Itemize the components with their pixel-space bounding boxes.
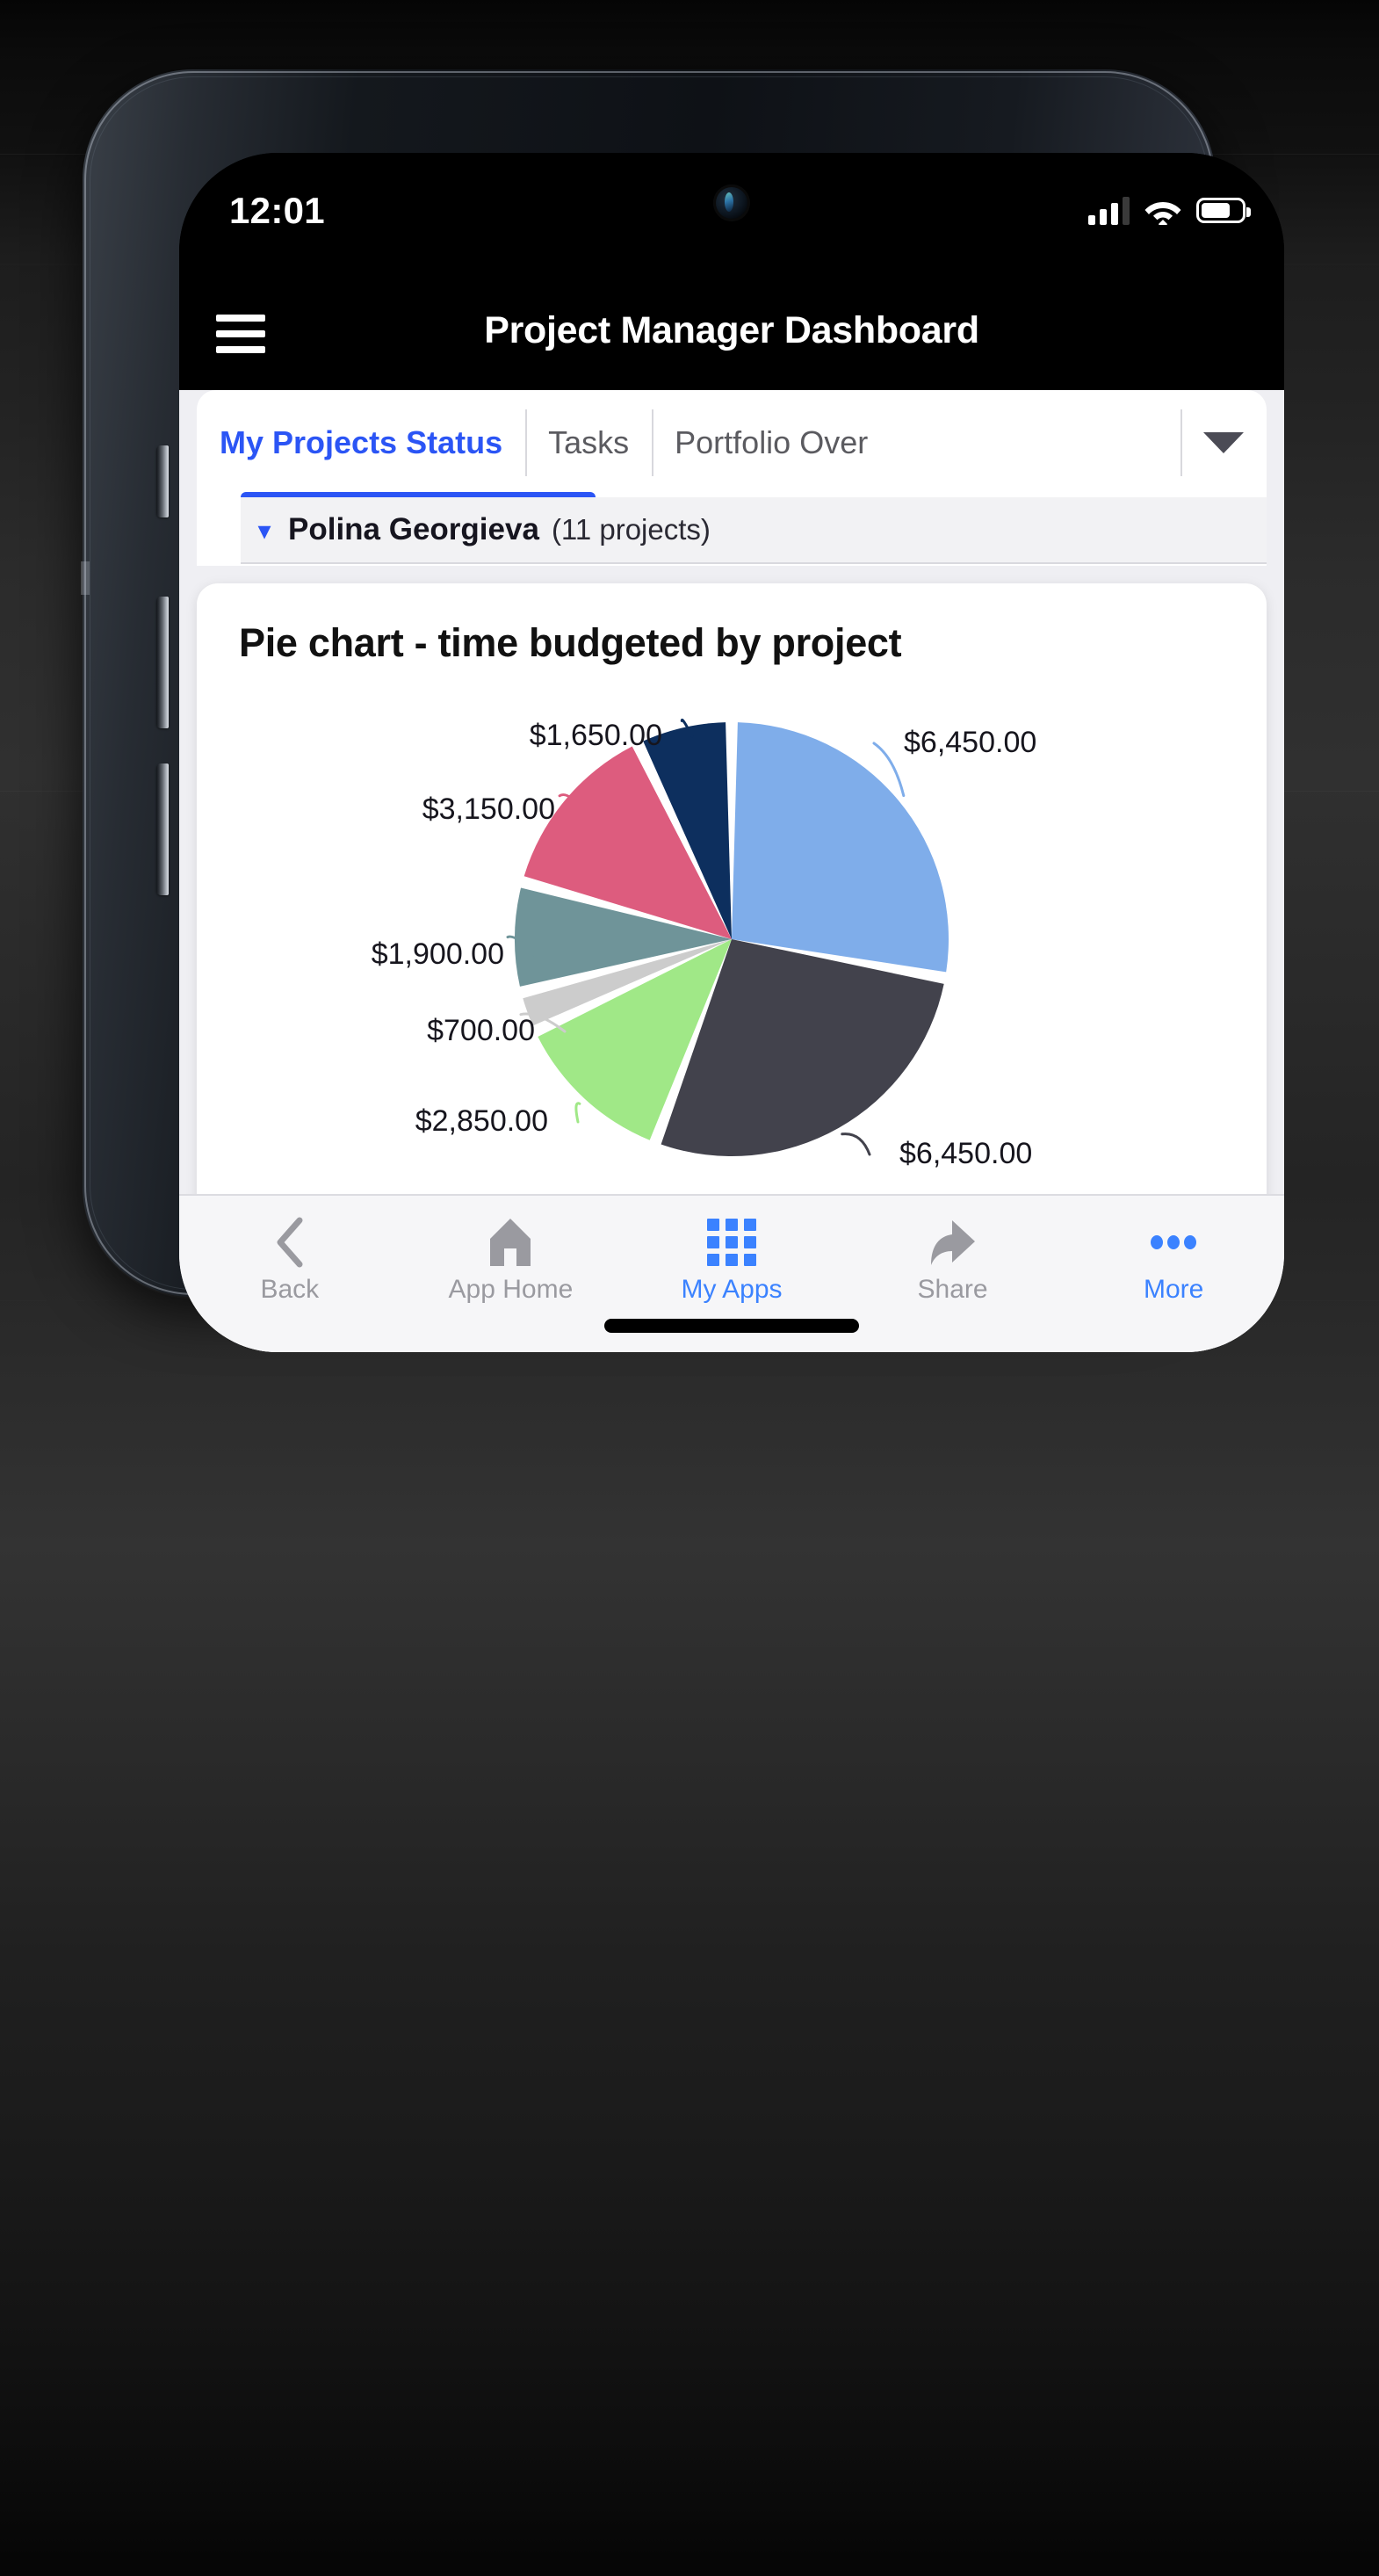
volume-up-button[interactable] [156, 597, 169, 728]
chevron-down-icon[interactable]: ▾ [241, 518, 288, 545]
group-owner-name: Polina Georgieva [288, 512, 539, 546]
leader-line [841, 1132, 871, 1156]
pie-data-label: $2,850.00 [415, 1104, 548, 1138]
tab-my-projects-status[interactable]: My Projects Status [197, 390, 525, 496]
table-group-header-row[interactable]: ▾ Polina Georgieva (11 projects) [241, 497, 1267, 564]
nav-label: My Apps [681, 1275, 783, 1304]
ellipsis-icon [1146, 1215, 1201, 1270]
nav-item-my-apps[interactable]: My Apps [621, 1196, 842, 1305]
pie-slice[interactable] [732, 722, 949, 973]
status-bar-clock: 12:01 [229, 190, 325, 231]
wifi-icon [1144, 202, 1181, 225]
nav-label: More [1143, 1275, 1204, 1304]
battery-icon [1196, 197, 1251, 223]
chart-title: Pie chart - time budgeted by project [239, 620, 902, 665]
nav-item-app-home[interactable]: App Home [401, 1196, 622, 1305]
tab-overflow-button[interactable] [1180, 390, 1267, 496]
group-project-count: (11 projects) [551, 513, 711, 546]
silence-switch-button[interactable] [156, 445, 169, 517]
front-camera-icon [713, 185, 750, 221]
pie-slice-group[interactable] [515, 722, 949, 1156]
nav-label: Share [917, 1275, 988, 1304]
tab-bar: My Projects Status Tasks Portfolio Over [197, 390, 1267, 496]
pie-data-label: $6,450.00 [904, 726, 1036, 759]
tab-portfolio-overview[interactable]: Portfolio Over [652, 390, 891, 496]
phone-screen: 12:01 Project Manager Dashboard My Proje… [179, 153, 1284, 1352]
nav-label: Back [260, 1275, 320, 1304]
pie-data-label: $700.00 [427, 1014, 535, 1047]
home-indicator[interactable] [604, 1319, 859, 1333]
tabs-and-table-card: My Projects Status Tasks Portfolio Over … [197, 390, 1267, 566]
nav-label: App Home [448, 1275, 574, 1304]
pie-data-label: $1,650.00 [530, 719, 662, 752]
app-content: My Projects Status Tasks Portfolio Over … [179, 390, 1284, 1352]
antenna-band-left [81, 561, 90, 595]
status-bar: 12:01 [179, 153, 1284, 285]
chevron-down-icon [1203, 432, 1244, 453]
tab-label: Tasks [548, 424, 630, 460]
share-arrow-icon [926, 1215, 980, 1270]
tab-tasks[interactable]: Tasks [525, 390, 652, 496]
grid-apps-icon [705, 1215, 758, 1270]
pie-data-label: $1,900.00 [372, 937, 504, 971]
page-title: Project Manager Dashboard [484, 309, 979, 351]
pie-data-label: $6,450.00 [899, 1137, 1032, 1170]
nav-item-back[interactable]: Back [179, 1196, 401, 1305]
phone-device-frame: 12:01 Project Manager Dashboard My Proje… [81, 69, 1284, 1352]
pie-data-label: $3,150.00 [422, 792, 555, 826]
chevron-left-icon [271, 1215, 308, 1270]
home-icon [483, 1215, 538, 1270]
tab-label: My Projects Status [220, 424, 503, 460]
tab-label: Portfolio Over [675, 424, 869, 460]
nav-item-share[interactable]: Share [842, 1196, 1064, 1305]
nav-item-more[interactable]: More [1063, 1196, 1284, 1305]
leader-line [574, 1102, 581, 1124]
volume-down-button[interactable] [156, 763, 169, 895]
app-header: Project Manager Dashboard [179, 285, 1284, 390]
cellular-signal-icon [1088, 195, 1130, 225]
